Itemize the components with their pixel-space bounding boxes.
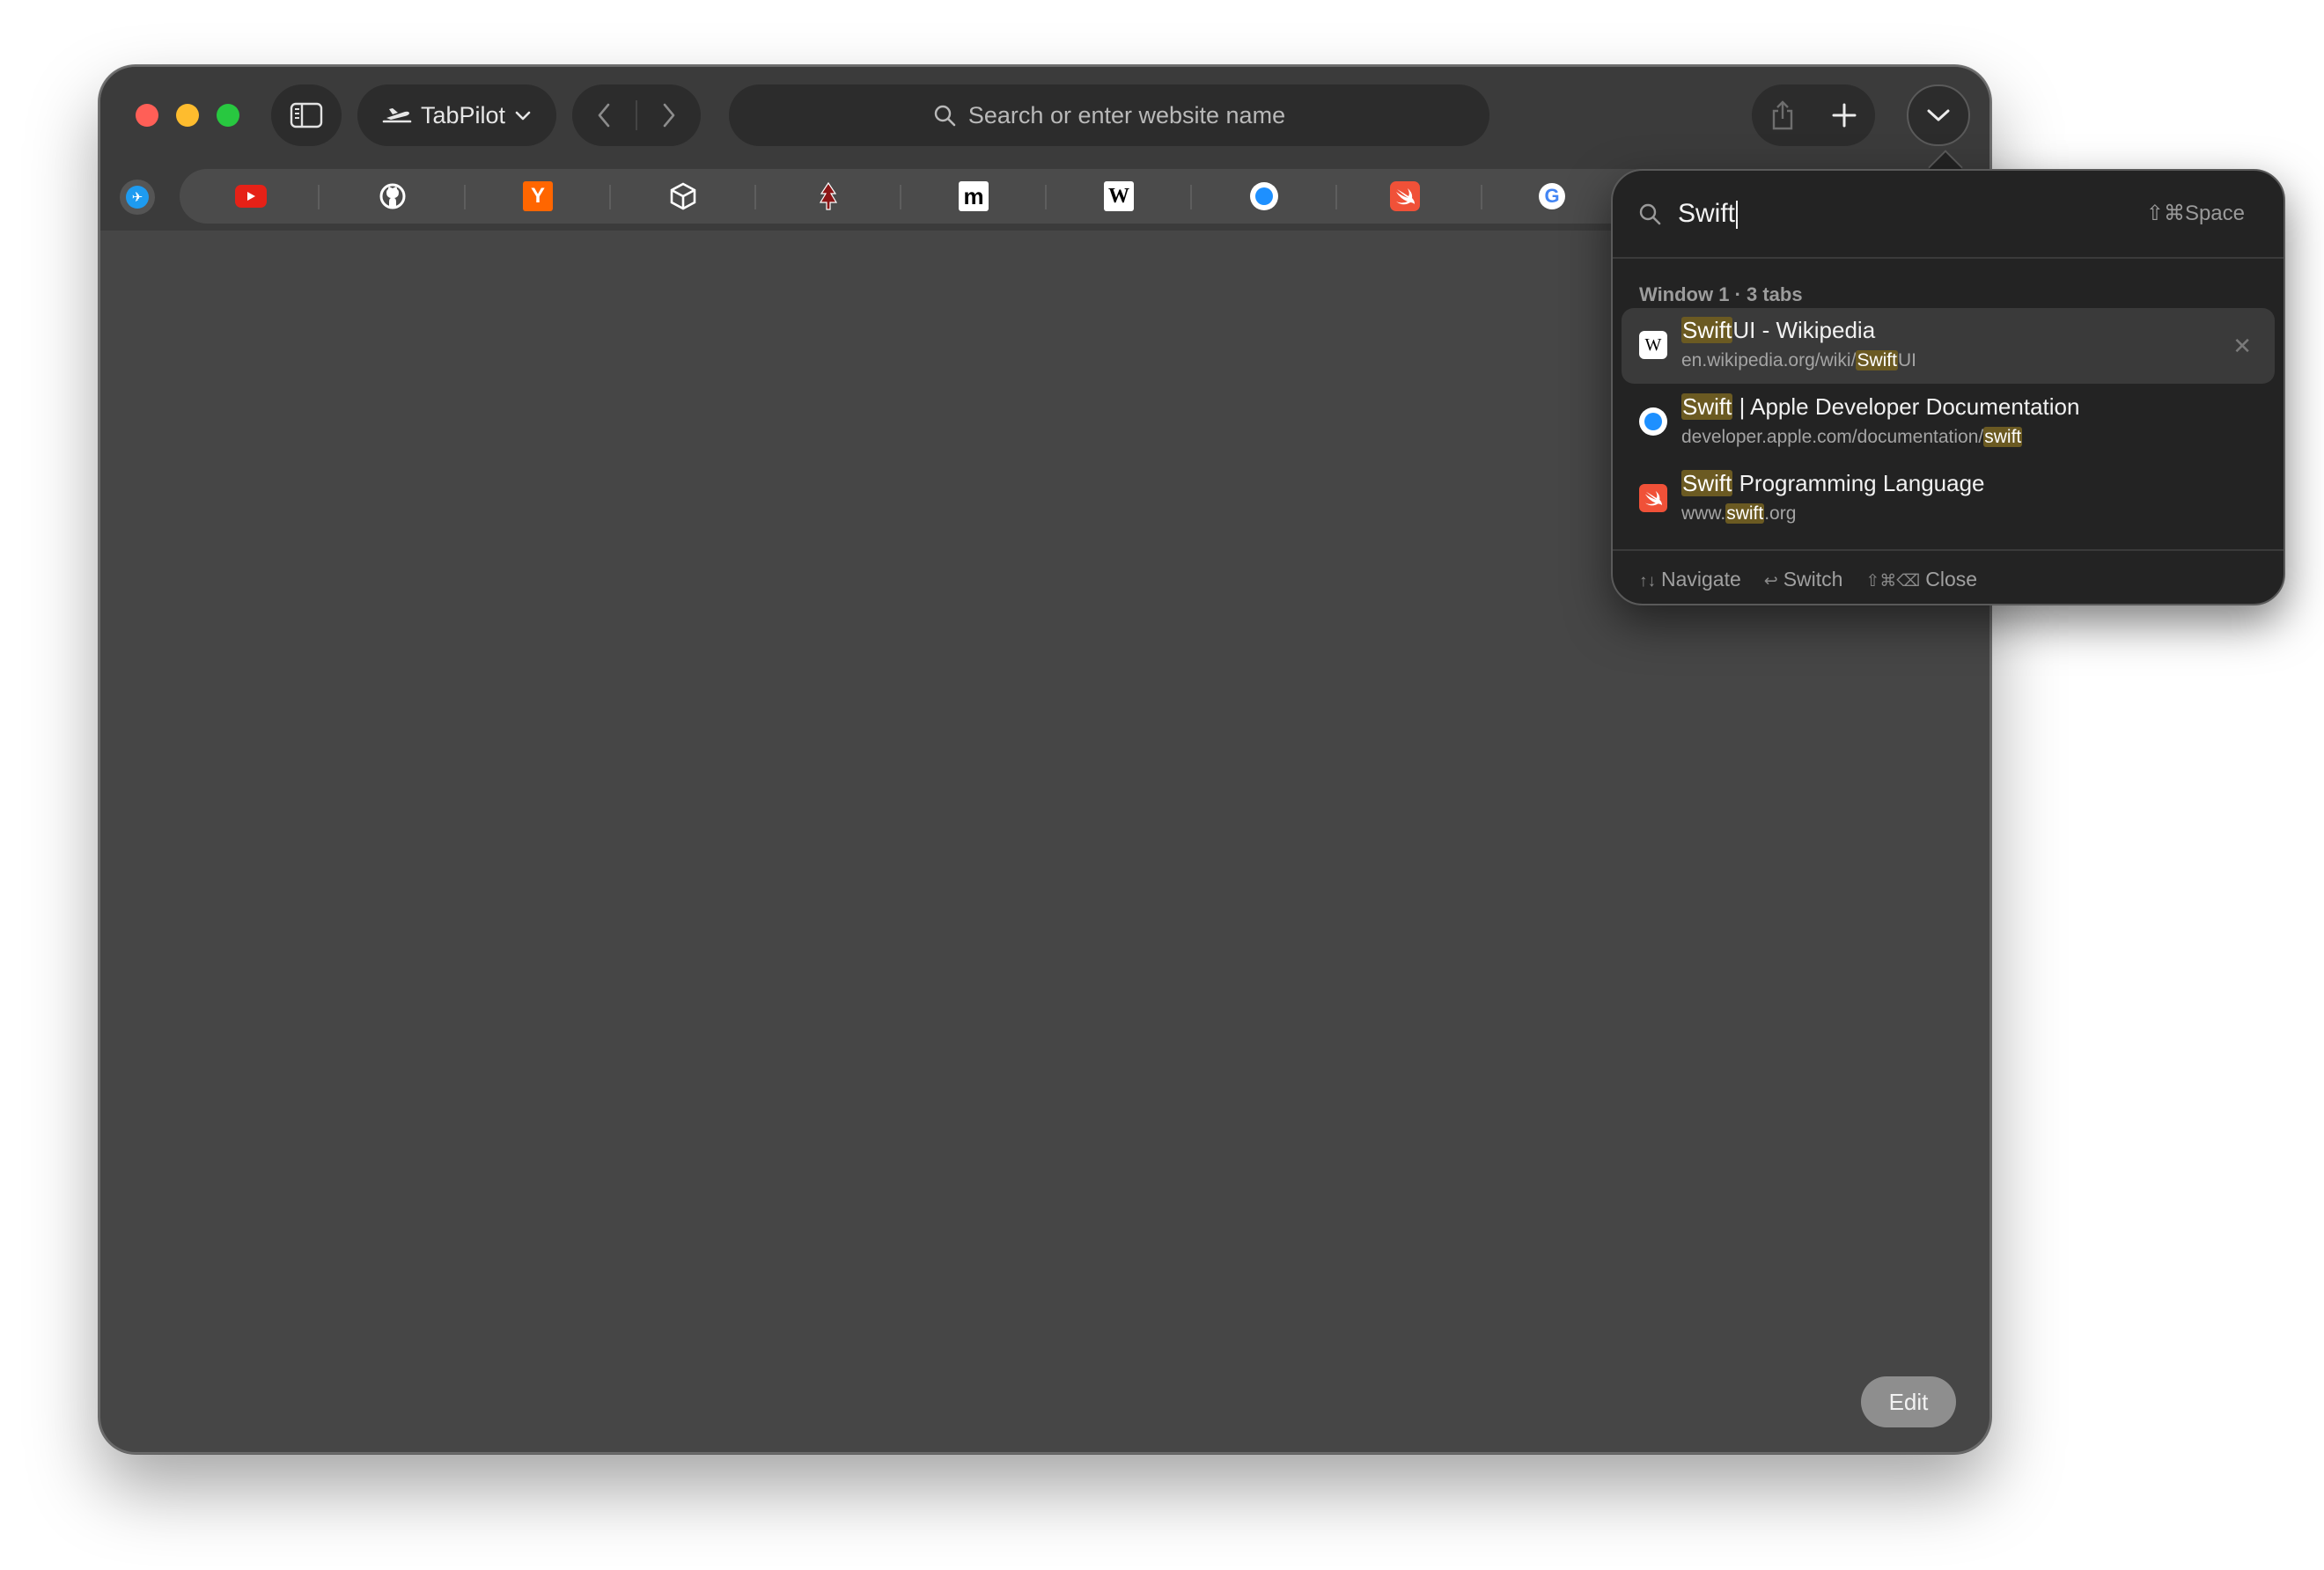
result-title: Swift | Apple Developer Documentation: [1681, 393, 2080, 420]
tab-overview-button[interactable]: [1907, 84, 1970, 146]
codesandbox-favorite-icon[interactable]: [668, 181, 698, 211]
search-icon: [934, 105, 956, 127]
edit-button[interactable]: Edit: [1861, 1376, 1956, 1427]
hint-close: ⇧⌘⌫ Close: [1865, 567, 1978, 591]
result-url: developer.apple.com/documentation/swift: [1681, 427, 2023, 447]
search-icon: [1639, 203, 1661, 225]
swift-icon: [1639, 484, 1667, 512]
address-placeholder: Search or enter website name: [967, 101, 1286, 128]
result-url: en.wikipedia.org/wiki/SwiftUI: [1681, 350, 1916, 370]
chevron-right-icon: [663, 103, 675, 128]
chevron-down-icon: [1927, 109, 1950, 121]
chevron-left-icon: [598, 103, 610, 128]
result-row[interactable]: Swift Programming Language www.swift.org: [1622, 461, 2275, 537]
apple-developer-favorite-icon[interactable]: [1249, 181, 1279, 211]
hint-switch: ↩ Switch: [1763, 567, 1843, 591]
search-query: Swift: [1678, 198, 1736, 228]
share-button[interactable]: [1752, 84, 1813, 146]
result-row[interactable]: Swift | Apple Developer Documentation de…: [1622, 385, 2275, 460]
result-row[interactable]: W SwiftUI - Wikipedia en.wikipedia.org/w…: [1622, 308, 2275, 384]
minimize-window-button[interactable]: [176, 104, 199, 127]
sidebar-toggle-button[interactable]: [271, 84, 342, 146]
result-title: SwiftUI - Wikipedia: [1681, 317, 1876, 343]
result-title: Swift Programming Language: [1681, 470, 1985, 496]
tab-search-popup: Swift ⇧⌘Space Window 1 · 3 tabs W SwiftU…: [1611, 169, 2285, 605]
keyboard-hints: ↑↓ Navigate ↩ Switch ⇧⌘⌫ Close: [1613, 549, 2284, 604]
google-favorite-icon[interactable]: G: [1537, 181, 1567, 211]
result-url: www.swift.org: [1681, 503, 1797, 524]
chevron-down-icon: [515, 111, 531, 121]
text-caret: [1736, 201, 1739, 230]
hint-navigate: ↑↓ Navigate: [1639, 567, 1741, 591]
profile-menu-button[interactable]: TabPilot: [357, 84, 556, 146]
github-favorite-icon[interactable]: [378, 181, 408, 211]
window-group-title: Window 1 · 3 tabs: [1639, 283, 1803, 305]
wikipedia-icon: W: [1639, 331, 1667, 359]
zoom-window-button[interactable]: [217, 104, 239, 127]
history-navigation: [572, 84, 701, 146]
action-buttons: [1752, 84, 1875, 146]
toolbar: TabPilot Search or enter website name: [100, 67, 1989, 164]
medium-favorite-icon[interactable]: m: [959, 181, 989, 211]
shortcut-hint: ⇧⌘Space: [2145, 202, 2245, 225]
youtube-favorite-icon[interactable]: [235, 185, 267, 208]
apple-developer-icon: [1639, 407, 1667, 436]
close-tab-icon[interactable]: ✕: [2232, 333, 2252, 360]
wikipedia-favorite-icon[interactable]: W: [1104, 181, 1134, 211]
swift-favorite-icon[interactable]: [1390, 181, 1420, 211]
stanford-favorite-icon[interactable]: [813, 181, 843, 211]
plus-icon: [1832, 103, 1857, 128]
address-bar[interactable]: Search or enter website name: [729, 84, 1489, 146]
profile-label: TabPilot: [420, 101, 506, 128]
back-button[interactable]: [572, 84, 636, 146]
tab-search-field[interactable]: Swift ⇧⌘Space: [1613, 171, 2284, 259]
favorites-strip: Y m W G: [180, 169, 1703, 224]
airplane-icon: [382, 108, 412, 123]
close-window-button[interactable]: [136, 104, 158, 127]
tabpilot-favorite-icon[interactable]: ✈: [120, 180, 155, 215]
share-icon: [1772, 100, 1793, 130]
hacker-news-favorite-icon[interactable]: Y: [523, 181, 553, 211]
new-tab-button[interactable]: [1813, 84, 1875, 146]
sidebar-icon: [290, 102, 323, 128]
forward-button[interactable]: [637, 84, 701, 146]
